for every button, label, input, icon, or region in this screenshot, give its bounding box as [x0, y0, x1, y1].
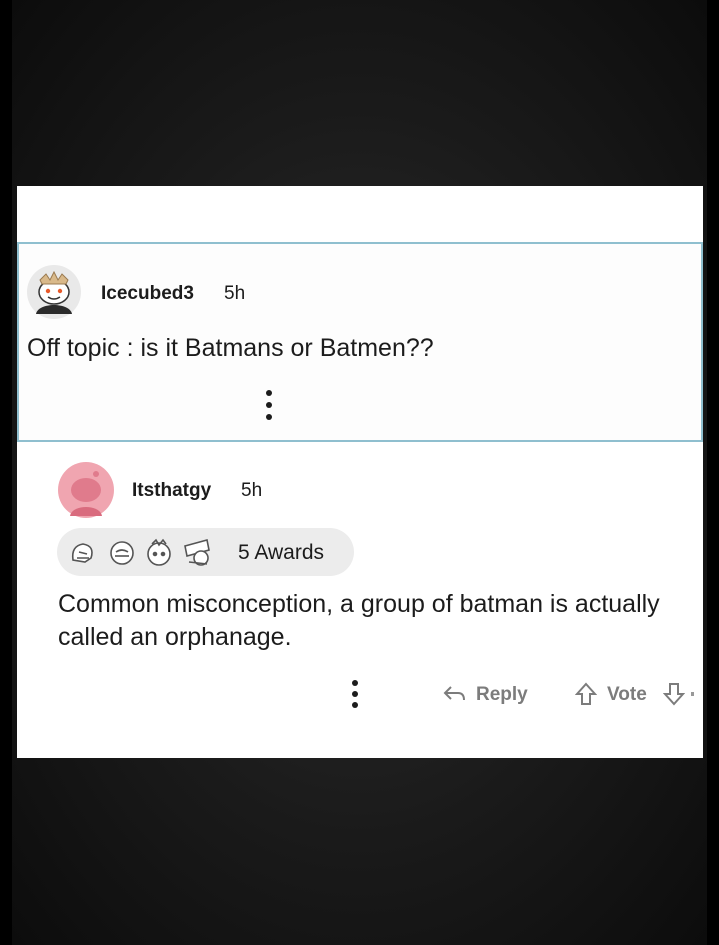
downvote-arrow-icon[interactable]	[663, 682, 685, 706]
timestamp: 5h	[224, 283, 246, 304]
award-icon	[71, 543, 93, 563]
comment-thread: Icecubed3 5h Off topic : is it Batmans o…	[17, 186, 703, 758]
username[interactable]: Icecubed3	[101, 283, 194, 305]
vote-label: Vote	[607, 684, 647, 705]
award-icon	[184, 539, 210, 566]
user-avatar-icon[interactable]	[58, 462, 114, 518]
comment-body: Off topic : is it Batmans or Batmen??	[27, 334, 434, 362]
more-options-icon[interactable]	[261, 387, 277, 423]
awards-count: 5 Awards	[238, 541, 324, 564]
reply-arrow-icon	[443, 686, 465, 701]
more-options-icon[interactable]	[347, 678, 363, 710]
highlighted-parent-comment[interactable]: Icecubed3 5h Off topic : is it Batmans o…	[17, 242, 703, 442]
comment-actions: Reply Vote	[17, 676, 703, 716]
comment-body: Common misconception, a group of batman …	[58, 590, 660, 651]
timestamp: 5h	[241, 480, 263, 501]
award-icon	[110, 541, 134, 565]
username[interactable]: Itsthatgy	[132, 480, 211, 502]
award-icon	[147, 538, 171, 566]
user-avatar-icon[interactable]	[26, 264, 82, 320]
award-icons	[71, 538, 210, 566]
upvote-arrow-icon[interactable]	[575, 682, 597, 706]
awards-pill[interactable]: 5 Awards	[57, 528, 354, 576]
reply-label: Reply	[476, 684, 528, 705]
trailing-mark	[691, 692, 694, 696]
